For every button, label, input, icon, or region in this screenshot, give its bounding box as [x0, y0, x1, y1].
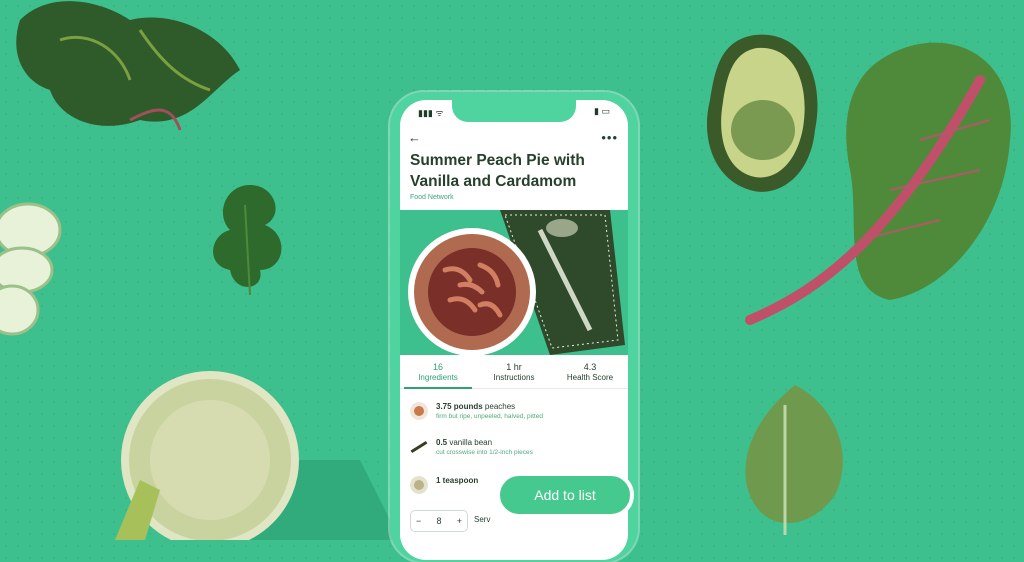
ingredient-amount: 1 teaspoon — [436, 476, 479, 485]
tab-ingredients[interactable]: 16 Ingredients — [400, 356, 476, 389]
tab-health-score[interactable]: 4.3 Health Score — [552, 356, 628, 388]
phone-notch — [452, 100, 576, 122]
ingredients-count: 16 — [432, 362, 443, 372]
recipe-photo — [400, 210, 628, 355]
ingredient-amount: 3.75 pounds — [436, 402, 483, 411]
cilantro-image — [213, 185, 282, 296]
ingredient-name: vanilla bean — [449, 438, 493, 447]
instructions-time: 1 hr — [506, 362, 522, 372]
tab-instructions[interactable]: 1 hr Instructions — [476, 356, 552, 388]
recipe-title: Summer Peach Pie with Vanilla and Cardam… — [410, 152, 585, 190]
greens-cluster-image — [16, 1, 240, 131]
smoothie-glass-image — [115, 371, 400, 540]
ingredient-name: peaches — [484, 402, 516, 411]
kale-sprig-image — [745, 385, 843, 535]
instructions-tab-label: Instructions — [493, 373, 535, 382]
servings-count: 8 — [436, 516, 442, 526]
servings-label: Serv — [474, 515, 491, 524]
decrease-servings-button[interactable]: − — [416, 516, 421, 526]
add-to-list-button[interactable]: Add to list — [496, 472, 634, 518]
ingredient-note: cut crosswise into 1/2-inch pieces — [436, 449, 533, 456]
peach-thumbnail — [410, 402, 428, 420]
cucumber-slices-image — [0, 202, 62, 336]
increase-servings-button[interactable]: + — [457, 516, 462, 526]
health-score-value: 4.3 — [583, 362, 597, 372]
vanilla-bean-thumbnail — [410, 440, 428, 454]
ingredients-tab-label: Ingredients — [418, 373, 458, 382]
battery-icon: ▮ ▭ — [594, 106, 610, 116]
ingredient-note: firm but ripe, unpeeled, halved, pitted — [436, 413, 543, 420]
ingredient-item[interactable]: 3.75 pounds peaches firm but ripe, unpee… — [410, 402, 610, 420]
recipe-source[interactable]: Food Network — [410, 194, 454, 201]
peach-pie-image — [408, 228, 536, 355]
back-arrow-icon[interactable]: ← — [408, 130, 421, 145]
chard-leaf-image — [745, 42, 1011, 325]
recipe-stats-tabs: 16 Ingredients 1 hr Instructions 4.3 Hea… — [400, 356, 628, 389]
more-options-icon[interactable]: ••• — [601, 130, 618, 145]
health-score-tab-label: Health Score — [566, 373, 614, 382]
signal-wifi-icon: ▮▮▮ ᯤ — [418, 108, 444, 118]
ingredient-item[interactable]: 0.5 vanilla bean cut crosswise into 1/2-… — [410, 438, 610, 456]
spice-thumbnail — [410, 476, 428, 494]
ingredient-amount: 0.5 — [436, 438, 448, 447]
servings-stepper: − 8 + — [410, 510, 468, 532]
